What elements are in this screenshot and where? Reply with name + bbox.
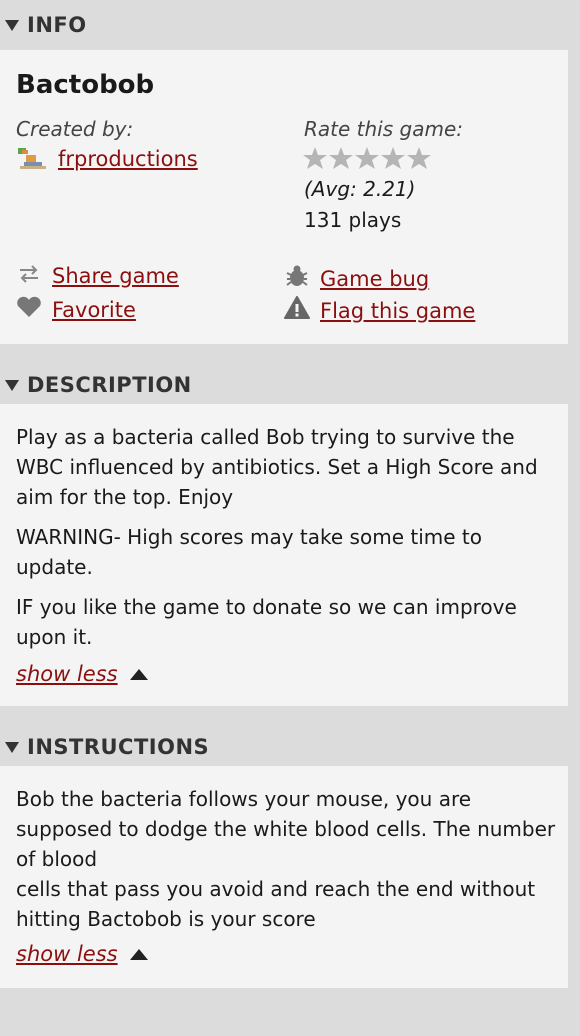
- flag-action[interactable]: Flag this game: [284, 296, 475, 325]
- info-header[interactable]: INFO: [0, 3, 580, 47]
- star-icon: [407, 147, 431, 169]
- description-header-label: DESCRIPTION: [27, 373, 192, 397]
- description-panel: Play as a bacteria called Bob trying to …: [0, 404, 568, 706]
- flag-game-link[interactable]: Flag this game: [320, 299, 475, 323]
- description-paragraph: Play as a bacteria called Bob trying to …: [16, 425, 538, 509]
- collapse-triangle-icon[interactable]: [5, 379, 19, 391]
- show-less-link[interactable]: show less: [16, 942, 118, 966]
- share-game-link[interactable]: Share game: [52, 264, 179, 288]
- warning-icon: [284, 296, 310, 325]
- description-paragraph: WARNING- High scores may take some time …: [16, 525, 482, 579]
- description-header[interactable]: DESCRIPTION: [0, 363, 580, 407]
- creator-avatar-icon: [16, 146, 48, 172]
- game-title: Bactobob: [16, 70, 155, 100]
- play-count: 131 plays: [304, 208, 402, 232]
- rating-stars[interactable]: [302, 146, 434, 176]
- game-bug-action[interactable]: Game bug: [284, 264, 429, 293]
- collapse-up-icon[interactable]: [129, 948, 148, 960]
- heart-icon: [16, 296, 42, 323]
- game-bug-link[interactable]: Game bug: [320, 267, 429, 291]
- instructions-show-less[interactable]: show less: [16, 942, 148, 966]
- created-by-label: Created by:: [16, 117, 134, 141]
- collapse-triangle-icon[interactable]: [5, 19, 19, 31]
- rating-average: (Avg: 2.21): [304, 177, 416, 201]
- favorite-link[interactable]: Favorite: [52, 298, 136, 322]
- show-less-link[interactable]: show less: [16, 662, 118, 686]
- bug-icon: [284, 264, 310, 293]
- instructions-header[interactable]: INSTRUCTIONS: [0, 725, 580, 769]
- collapse-triangle-icon[interactable]: [5, 741, 19, 753]
- description-show-less[interactable]: show less: [16, 662, 148, 686]
- instructions-text: cells that pass you avoid and reach the …: [16, 877, 536, 931]
- instructions-header-label: INSTRUCTIONS: [27, 735, 210, 759]
- info-panel: Bactobob Created by: frproductions Rate …: [0, 50, 568, 344]
- description-paragraph: IF you like the game to donate so we can…: [16, 595, 517, 649]
- instructions-text: Bob the bacteria follows your mouse, you…: [16, 787, 556, 871]
- star-icon: [355, 147, 379, 169]
- info-header-label: INFO: [27, 13, 87, 37]
- share-game-action[interactable]: Share game: [16, 264, 179, 288]
- star-icon: [329, 147, 353, 169]
- star-icon: [303, 147, 327, 169]
- favorite-action[interactable]: Favorite: [16, 296, 136, 323]
- creator-link[interactable]: frproductions: [58, 147, 198, 171]
- rate-label: Rate this game:: [304, 117, 463, 141]
- share-icon: [16, 264, 42, 288]
- collapse-up-icon[interactable]: [129, 668, 148, 680]
- instructions-panel: Bob the bacteria follows your mouse, you…: [0, 766, 568, 988]
- creator-row: frproductions: [16, 146, 198, 172]
- star-icon: [381, 147, 405, 169]
